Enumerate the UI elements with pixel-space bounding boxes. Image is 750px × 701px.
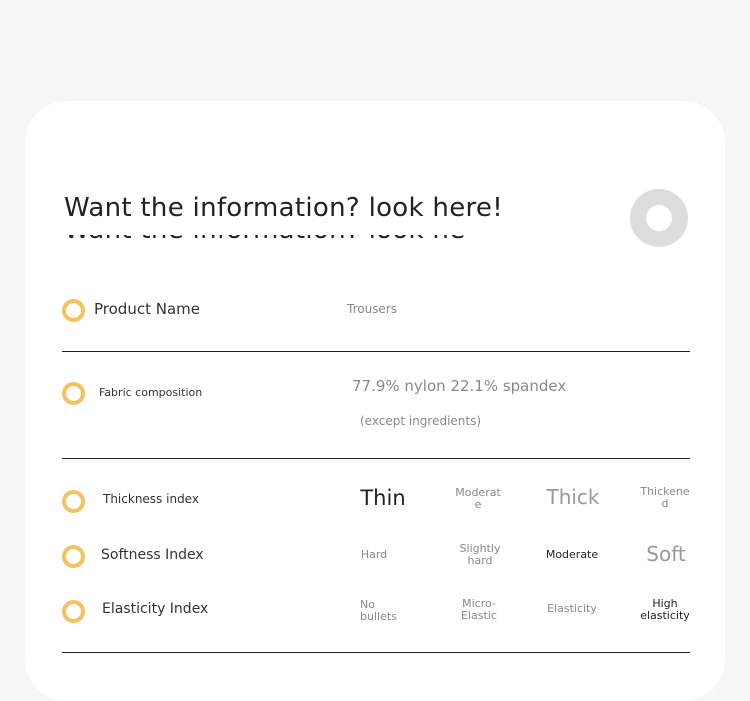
bullet-ring-icon	[62, 600, 85, 623]
decorative-ring-icon	[630, 189, 688, 247]
bullet-ring-icon	[62, 545, 85, 568]
softness-option-moderate: Moderate	[545, 548, 599, 561]
divider	[62, 351, 690, 352]
bullet-ring-icon	[62, 490, 85, 513]
thickness-option-thin: Thin	[360, 486, 406, 510]
elasticity-option-no-bullets: No bullets	[360, 598, 397, 623]
fabric-composition-label: Fabric composition	[99, 386, 203, 399]
product-name-value: Trousers	[347, 302, 398, 316]
divider	[62, 652, 690, 653]
title-reflection: Want the information? look here!	[64, 235, 464, 239]
thickness-option-moderate: Moderat e	[455, 486, 501, 511]
softness-option-hard: Hard	[360, 548, 388, 561]
softness-index-label: Softness Index	[101, 547, 204, 563]
page-title: Want the information? look here!	[64, 193, 503, 223]
elasticity-option-elasticity: Elasticity	[547, 602, 597, 615]
product-name-label: Product Name	[94, 300, 200, 318]
elasticity-option-high-elasticity: High elasticity	[640, 597, 690, 622]
bullet-ring-icon	[62, 382, 85, 405]
softness-option-soft: Soft	[646, 542, 686, 566]
thickness-option-thickened: Thickene d	[640, 485, 690, 510]
softness-option-slightly-hard: Slightly hard	[459, 542, 501, 567]
divider	[62, 458, 690, 459]
elasticity-option-micro-elastic: Micro- Elastic	[461, 597, 497, 622]
elasticity-index-label: Elasticity Index	[102, 601, 209, 617]
bullet-ring-icon	[62, 299, 85, 322]
fabric-composition-note: (except ingredients)	[360, 414, 482, 428]
thickness-index-label: Thickness index	[103, 492, 199, 506]
title-reflection-text: Want the information? look here!	[64, 235, 464, 239]
thickness-option-thick: Thick	[546, 485, 600, 509]
fabric-composition-value: 77.9% nylon 22.1% spandex	[352, 377, 567, 395]
